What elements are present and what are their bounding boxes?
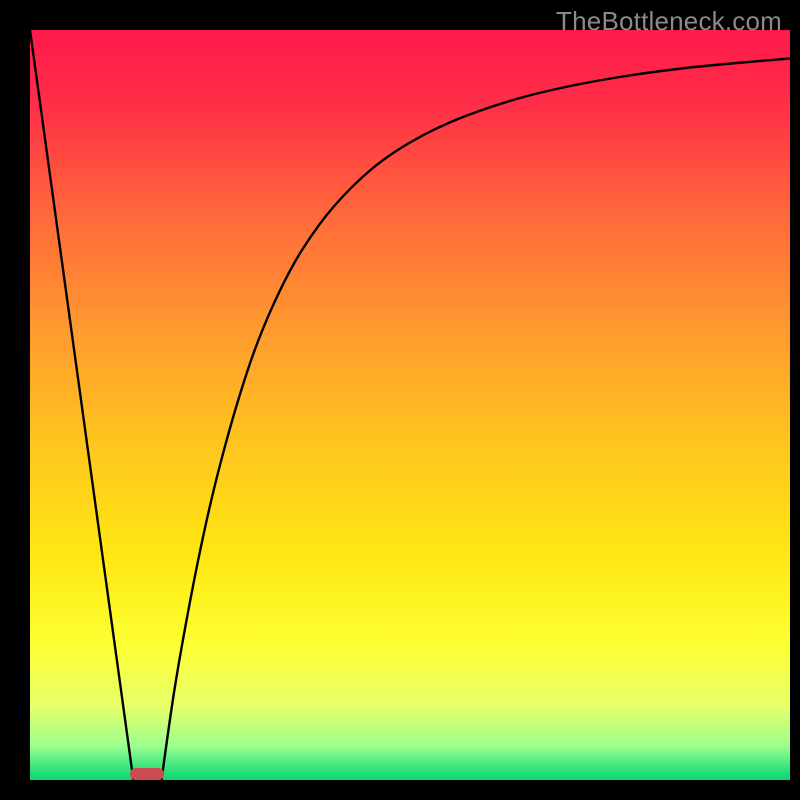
chart-root: TheBottleneck.com — [0, 0, 800, 800]
optimal-marker — [130, 768, 164, 780]
watermark-text: TheBottleneck.com — [556, 6, 782, 37]
bottleneck-chart — [0, 0, 800, 800]
